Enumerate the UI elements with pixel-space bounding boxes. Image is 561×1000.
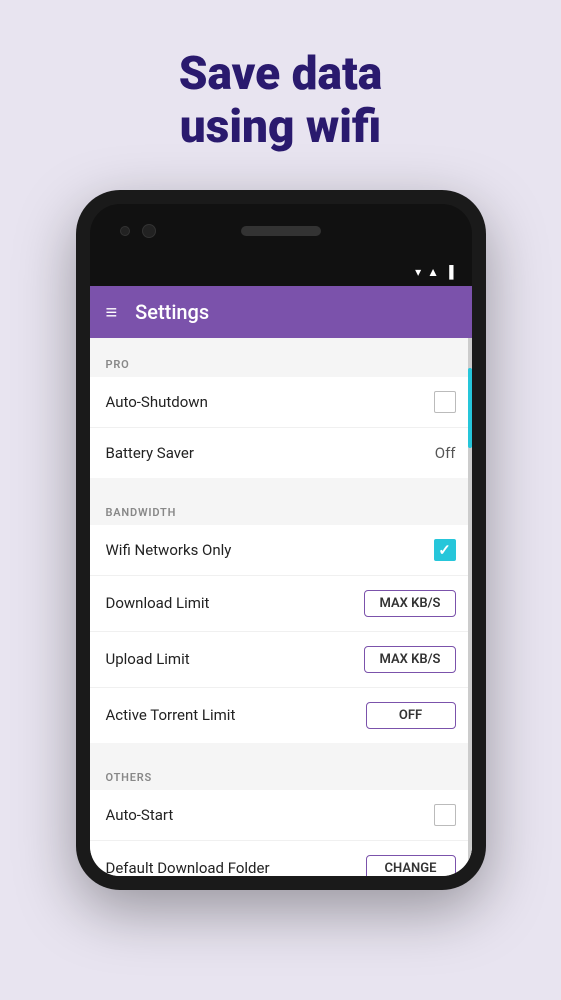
app-bar-title: Settings — [135, 300, 209, 324]
wifi-only-checkbox[interactable] — [434, 539, 456, 561]
download-limit-label: Download Limit — [106, 594, 210, 612]
torrent-limit-label: Active Torrent Limit — [106, 706, 236, 724]
phone-speaker — [241, 226, 321, 236]
camera-area — [120, 224, 156, 238]
setting-row-battery-saver[interactable]: Battery Saver Off — [90, 428, 472, 478]
gap-others — [90, 751, 472, 759]
app-bar: ≡ Settings — [90, 286, 472, 338]
hero-title: Save data using wifi — [179, 48, 382, 154]
auto-shutdown-label: Auto-Shutdown — [106, 393, 208, 411]
setting-row-wifi-only: Wifi Networks Only — [90, 525, 472, 576]
download-limit-button[interactable]: MAX KB/S — [364, 590, 455, 617]
phone-screen: ≡ Settings PRO Auto-Shutdown — [90, 286, 472, 876]
section-others: OTHERS Auto-Start Default Download Folde… — [90, 759, 472, 876]
signal-icon: ▲ — [427, 265, 439, 279]
camera-dot-2 — [142, 224, 156, 238]
upload-limit-label: Upload Limit — [106, 650, 190, 668]
section-bandwidth: BANDWIDTH Wifi Networks Only Download Li… — [90, 494, 472, 743]
setting-row-torrent-limit: Active Torrent Limit OFF — [90, 688, 472, 743]
download-folder-button[interactable]: CHANGE — [366, 855, 456, 876]
auto-start-label: Auto-Start — [106, 806, 174, 824]
hamburger-icon[interactable]: ≡ — [106, 302, 118, 322]
download-folder-label: Default Download Folder — [106, 859, 270, 876]
battery-saver-value: Off — [435, 444, 456, 462]
setting-row-download-limit: Download Limit MAX KB/S — [90, 576, 472, 632]
camera-dot-1 — [120, 226, 130, 236]
section-pro-header: PRO — [90, 346, 472, 377]
gap-top — [90, 338, 472, 346]
section-bandwidth-header: BANDWIDTH — [90, 494, 472, 525]
auto-shutdown-checkbox[interactable] — [434, 391, 456, 413]
gap-bandwidth — [90, 486, 472, 494]
settings-content[interactable]: PRO Auto-Shutdown Battery Saver Off — [90, 338, 472, 876]
setting-row-auto-start: Auto-Start — [90, 790, 472, 841]
section-others-header: OTHERS — [90, 759, 472, 790]
setting-row-download-folder: Default Download Folder CHANGE — [90, 841, 472, 876]
battery-icon: ▐ — [445, 265, 454, 279]
upload-limit-button[interactable]: MAX KB/S — [364, 646, 455, 673]
hero-section: Save data using wifi — [179, 0, 382, 190]
battery-saver-label: Battery Saver — [106, 444, 194, 462]
section-pro: PRO Auto-Shutdown Battery Saver Off — [90, 346, 472, 478]
scroll-indicator — [468, 338, 472, 876]
torrent-limit-button[interactable]: OFF — [366, 702, 456, 729]
phone-frame: ▾ ▲ ▐ ≡ Settings PRO Auto-Shutdown — [76, 190, 486, 890]
auto-start-checkbox[interactable] — [434, 804, 456, 826]
wifi-status-icon: ▾ — [415, 265, 421, 279]
screen-with-scroll: PRO Auto-Shutdown Battery Saver Off — [90, 338, 472, 876]
wifi-only-label: Wifi Networks Only — [106, 541, 232, 559]
phone-top-bar — [90, 204, 472, 258]
setting-row-upload-limit: Upload Limit MAX KB/S — [90, 632, 472, 688]
status-bar: ▾ ▲ ▐ — [90, 258, 472, 286]
setting-row-auto-shutdown: Auto-Shutdown — [90, 377, 472, 428]
scroll-thumb — [468, 368, 472, 448]
